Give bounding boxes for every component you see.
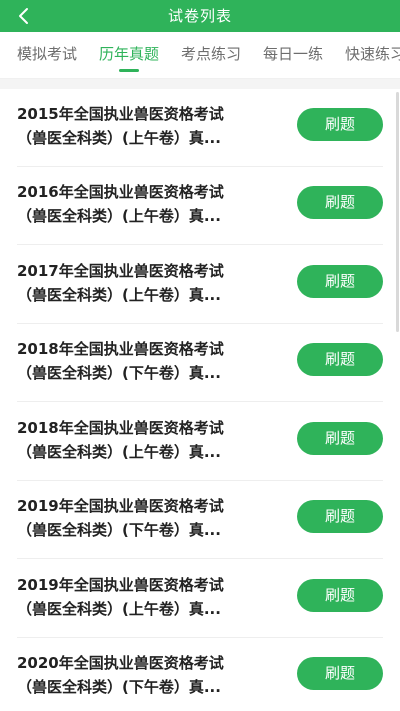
practice-button[interactable]: 刷题 xyxy=(297,579,383,612)
paper-title-line: （兽医全科类）(上午卷）真... xyxy=(17,600,221,618)
section-gap xyxy=(0,79,400,89)
scrollbar[interactable] xyxy=(396,92,399,332)
paper-title-line: （兽医全科类）(下午卷）真... xyxy=(17,364,221,382)
tab-label: 考点练习 xyxy=(181,45,242,63)
practice-button[interactable]: 刷题 xyxy=(297,265,383,298)
paper-title-line: 2019年全国执业兽医资格考试 xyxy=(17,576,224,594)
paper-title-line: （兽医全科类）(上午卷）真... xyxy=(17,443,221,461)
practice-button[interactable]: 刷题 xyxy=(297,108,383,141)
list-item: 2016年全国执业兽医资格考试 （兽医全科类）(上午卷）真... 刷题 xyxy=(0,167,400,245)
paper-title[interactable]: 2018年全国执业兽医资格考试 （兽医全科类）(下午卷）真... xyxy=(17,337,267,385)
paper-title-line: 2019年全国执业兽医资格考试 xyxy=(17,497,224,515)
paper-title-line: （兽医全科类）(下午卷）真... xyxy=(17,521,221,539)
tab-label: 快速练习 xyxy=(345,45,400,63)
list-item: 2020年全国执业兽医资格考试 （兽医全科类）(下午卷）真... 刷题 xyxy=(0,638,400,711)
paper-list: 2015年全国执业兽医资格考试 （兽医全科类）(上午卷）真... 刷题 2016… xyxy=(0,89,400,711)
list-item: 2018年全国执业兽医资格考试 （兽医全科类）(上午卷）真... 刷题 xyxy=(0,403,400,481)
paper-title-line: 2017年全国执业兽医资格考试 xyxy=(17,262,224,280)
paper-title-line: 2018年全国执业兽医资格考试 xyxy=(17,340,224,358)
practice-button[interactable]: 刷题 xyxy=(297,500,383,533)
paper-title-line: 2015年全国执业兽医资格考试 xyxy=(17,105,224,123)
paper-title[interactable]: 2018年全国执业兽医资格考试 （兽医全科类）(上午卷）真... xyxy=(17,416,267,464)
practice-button[interactable]: 刷题 xyxy=(297,422,383,455)
divider xyxy=(17,558,383,559)
divider xyxy=(17,244,383,245)
paper-title-line: （兽医全科类）(上午卷）真... xyxy=(17,129,221,147)
paper-title[interactable]: 2017年全国执业兽医资格考试 （兽医全科类）(上午卷）真... xyxy=(17,259,267,307)
tab-label: 模拟考试 xyxy=(17,45,78,63)
tab-mock-exam[interactable]: 模拟考试 xyxy=(17,32,77,78)
paper-title[interactable]: 2015年全国执业兽医资格考试 （兽医全科类）(上午卷）真... xyxy=(17,102,267,150)
list-item: 2019年全国执业兽医资格考试 （兽医全科类）(上午卷）真... 刷题 xyxy=(0,560,400,638)
paper-title[interactable]: 2020年全国执业兽医资格考试 （兽医全科类）(下午卷）真... xyxy=(17,651,267,699)
paper-title[interactable]: 2016年全国执业兽医资格考试 （兽医全科类）(上午卷）真... xyxy=(17,180,267,228)
tab-quick-practice[interactable]: 快速练习 xyxy=(345,32,400,78)
paper-title-line: （兽医全科类）(上午卷）真... xyxy=(17,207,221,225)
tab-label: 历年真题 xyxy=(99,45,160,63)
tab-label: 每日一练 xyxy=(263,45,324,63)
page-title: 试卷列表 xyxy=(167,7,232,25)
paper-title-line: 2016年全国执业兽医资格考试 xyxy=(17,183,224,201)
paper-title[interactable]: 2019年全国执业兽医资格考试 （兽医全科类）(上午卷）真... xyxy=(17,573,267,621)
tab-bar: 模拟考试 历年真题 考点练习 每日一练 快速练习 xyxy=(0,32,400,79)
paper-title-line: 2018年全国执业兽医资格考试 xyxy=(17,419,224,437)
active-tab-indicator xyxy=(119,69,139,72)
practice-button[interactable]: 刷题 xyxy=(297,343,383,376)
list-item: 2017年全国执业兽医资格考试 （兽医全科类）(上午卷）真... 刷题 xyxy=(0,246,400,324)
paper-title-line: （兽医全科类）(上午卷）真... xyxy=(17,286,221,304)
tab-past-exams[interactable]: 历年真题 xyxy=(99,32,159,78)
paper-title[interactable]: 2019年全国执业兽医资格考试 （兽医全科类）(下午卷）真... xyxy=(17,494,267,542)
practice-button[interactable]: 刷题 xyxy=(297,186,383,219)
tab-daily-practice[interactable]: 每日一练 xyxy=(263,32,323,78)
practice-button[interactable]: 刷题 xyxy=(297,657,383,690)
paper-title-line: （兽医全科类）(下午卷）真... xyxy=(17,678,221,696)
list-item: 2019年全国执业兽医资格考试 （兽医全科类）(下午卷）真... 刷题 xyxy=(0,481,400,559)
top-bar: 试卷列表 xyxy=(0,0,400,32)
divider xyxy=(17,401,383,402)
paper-title-line: 2020年全国执业兽医资格考试 xyxy=(17,654,224,672)
tab-topic-practice[interactable]: 考点练习 xyxy=(181,32,241,78)
list-item: 2015年全国执业兽医资格考试 （兽医全科类）(上午卷）真... 刷题 xyxy=(0,89,400,167)
list-item: 2018年全国执业兽医资格考试 （兽医全科类）(下午卷）真... 刷题 xyxy=(0,324,400,402)
